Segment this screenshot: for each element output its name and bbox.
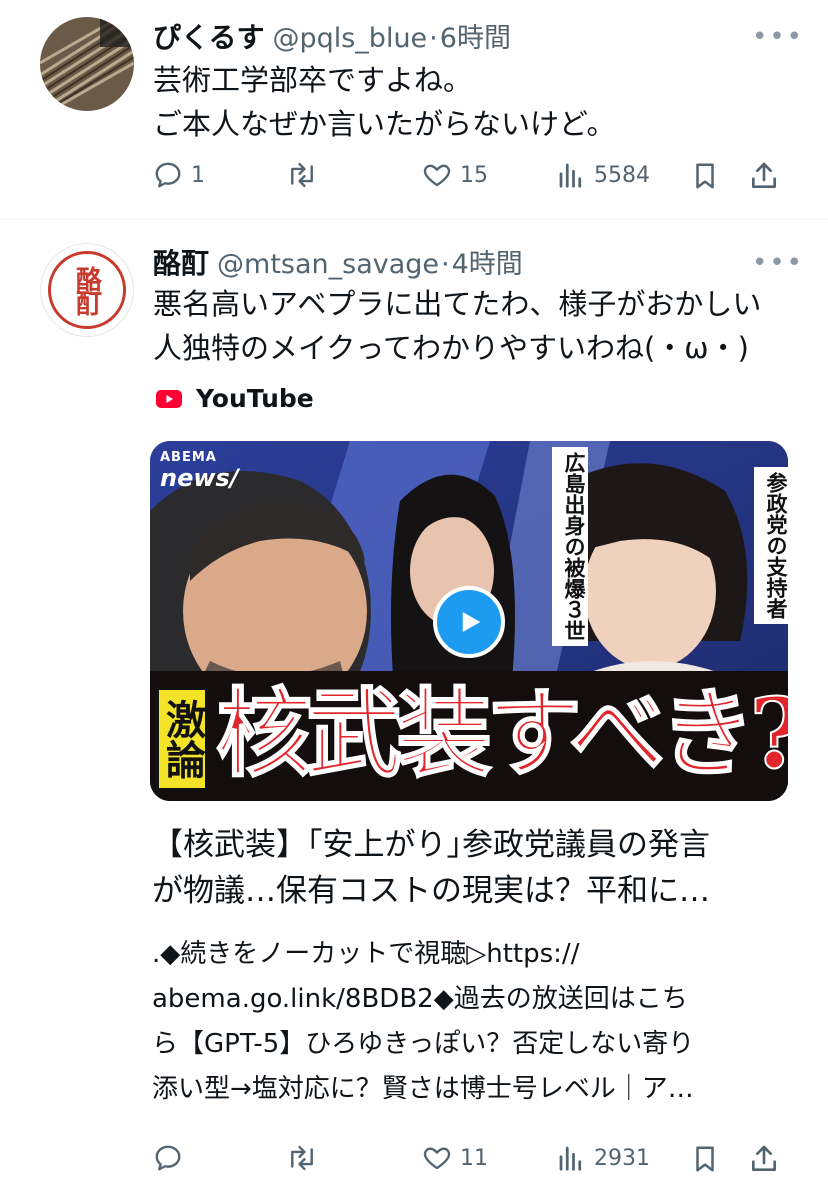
avatar[interactable]: 酪酊 [40,243,134,337]
views-button[interactable]: 2931 [556,1143,650,1173]
reply-button[interactable] [153,1143,191,1173]
reply-button[interactable]: 1 [153,160,205,190]
views-count: 2931 [594,1145,650,1171]
retweet-button[interactable] [285,160,327,190]
card-source[interactable]: YouTube [156,384,314,413]
abema-logo-bottom: news/ [160,464,239,492]
avatar[interactable] [40,17,134,111]
author-name[interactable]: 酪酊 [153,242,209,282]
share-icon [752,162,776,188]
thumbnail-headline: 核武装すべき? [215,677,788,790]
bookmark-icon [696,1146,714,1172]
more-options-icon[interactable]: ••• [752,22,804,52]
views-icon [559,1146,582,1171]
separator-dot: · [429,23,438,54]
share-icon [752,1145,776,1171]
retweet-icon [291,162,313,188]
card-description: .◆続きをノーカットで視聴▷https:// abema.go.link/8BD… [152,939,695,1104]
views-button[interactable]: 5584 [556,160,650,190]
like-button[interactable]: 11 [422,1143,488,1173]
avatar-seal-text: 酪酊 [71,266,102,314]
card-title[interactable]: 【核武装】｢安上がり｣参政党議員の発言 が物議…保有コストの現実は？平和に… [152,822,802,914]
bookmark-button[interactable] [690,1143,720,1175]
author-name[interactable]: ぴくるす [153,16,264,56]
share-button[interactable] [748,1143,780,1175]
tweet-divider [0,219,828,220]
bookmark-button[interactable] [690,160,720,192]
views-count: 5584 [594,162,650,188]
bookmark-icon [696,163,714,189]
heart-icon [423,164,451,187]
tweet-text: 悪名高いアベプラに出てたわ、様子がおかしい 人独特のメイクってわかりやすいわね(… [153,287,762,365]
retweet-button[interactable] [285,1143,327,1173]
like-count: 11 [460,1145,488,1171]
card-source-label: YouTube [196,384,314,413]
views-icon [559,163,582,188]
like-button[interactable]: 15 [422,160,488,190]
more-options-icon[interactable]: ••• [752,248,804,278]
author-handle[interactable]: @mtsan_savage [217,249,439,280]
vertical-caption-1: 広島出身の被爆３世 [552,447,588,646]
share-button[interactable] [748,160,780,192]
separator-dot: · [441,249,450,280]
like-count: 15 [460,162,488,188]
play-button[interactable] [433,586,505,658]
tweet-text: 芸術工学部卒ですよね。 ご本人なぜか言いたがらないけど。 [153,63,616,141]
reply-icon [155,162,181,188]
debate-badge: 激論 [156,687,208,791]
abema-logo-top: ABEMA [160,450,217,465]
heart-icon [423,1147,451,1170]
retweet-icon [291,1145,313,1171]
play-icon [462,612,481,632]
vertical-caption-2: 参政党の支持者 [754,467,788,624]
youtube-icon [156,389,182,408]
reply-count: 1 [191,162,205,188]
author-handle[interactable]: @pqls_blue [272,23,427,54]
timestamp[interactable]: 4時間 [452,242,523,281]
video-thumbnail[interactable]: ABEMA news/ 広島出身の被爆３世 参政党の支持者 激論 核武装すべき? [150,441,788,801]
timestamp[interactable]: 6時間 [440,16,511,55]
reply-icon [155,1145,181,1171]
